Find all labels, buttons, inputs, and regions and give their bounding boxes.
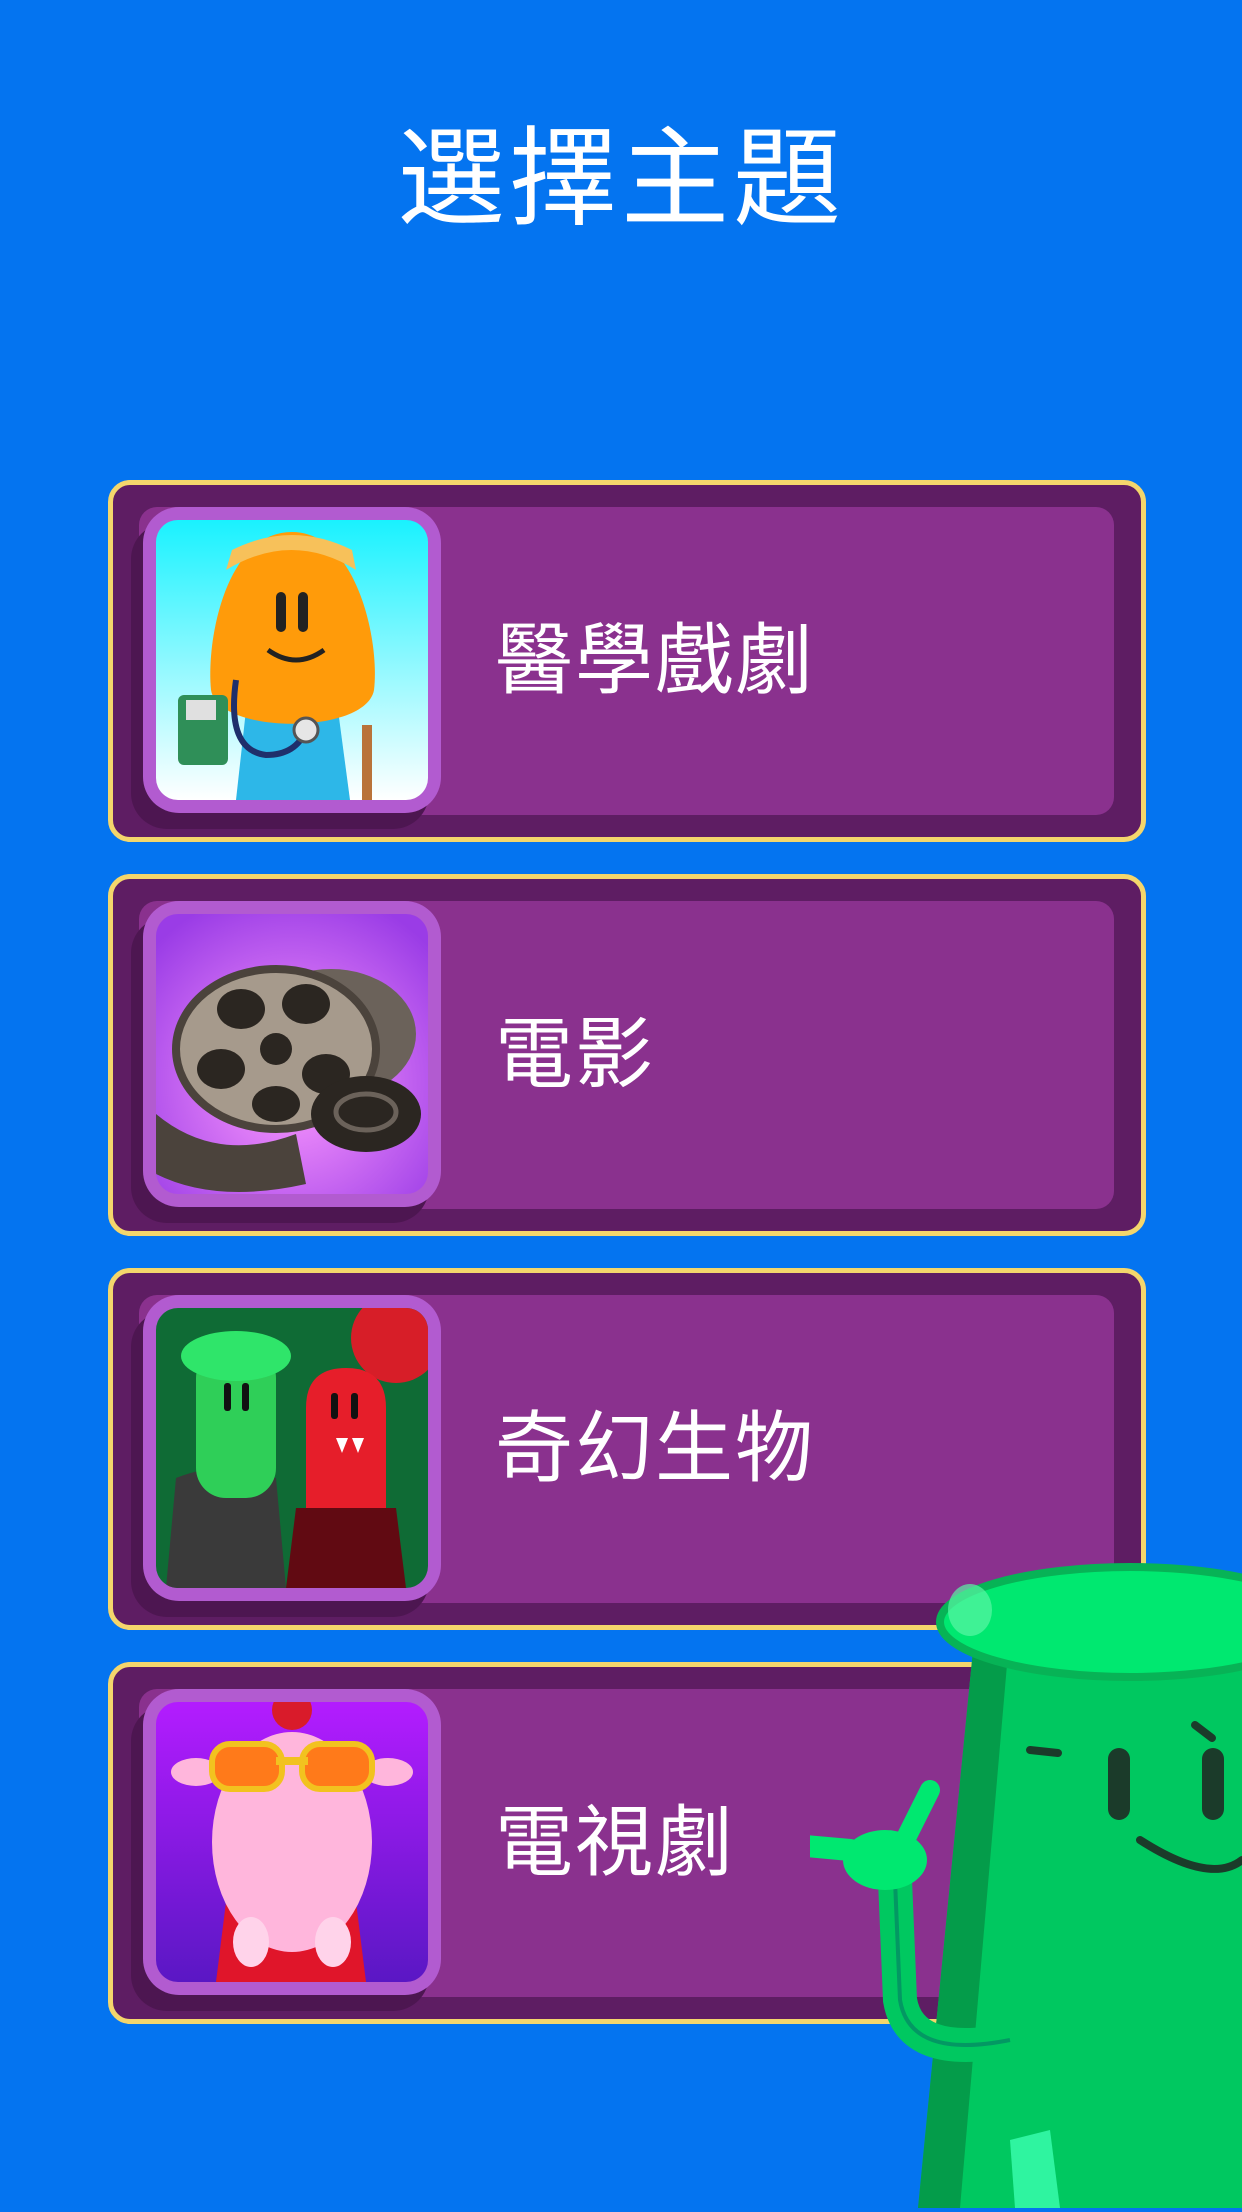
- topic-label: 電視劇: [495, 1798, 736, 1888]
- topic-label: 醫學戲劇: [495, 616, 816, 706]
- monsters-icon: [156, 1308, 428, 1588]
- topic-label: 奇幻生物: [495, 1404, 816, 1494]
- topic-icon-frame: [143, 901, 441, 1207]
- green-cup-mascot: [784, 1540, 1242, 2208]
- turkey-sunglasses-icon: [156, 1702, 428, 1982]
- topic-label: 電影: [495, 1010, 656, 1100]
- topic-icon-frame: [143, 507, 441, 813]
- topic-icon-frame: [143, 1689, 441, 1995]
- topic-icon-frame: [143, 1295, 441, 1601]
- topic-card-medical-drama[interactable]: 醫學戲劇: [108, 480, 1146, 842]
- doctor-egg-icon: [156, 520, 428, 800]
- film-reel-icon: [156, 914, 428, 1194]
- topic-card-movies[interactable]: 電影: [108, 874, 1146, 1236]
- page-title: 選擇主題: [396, 117, 845, 242]
